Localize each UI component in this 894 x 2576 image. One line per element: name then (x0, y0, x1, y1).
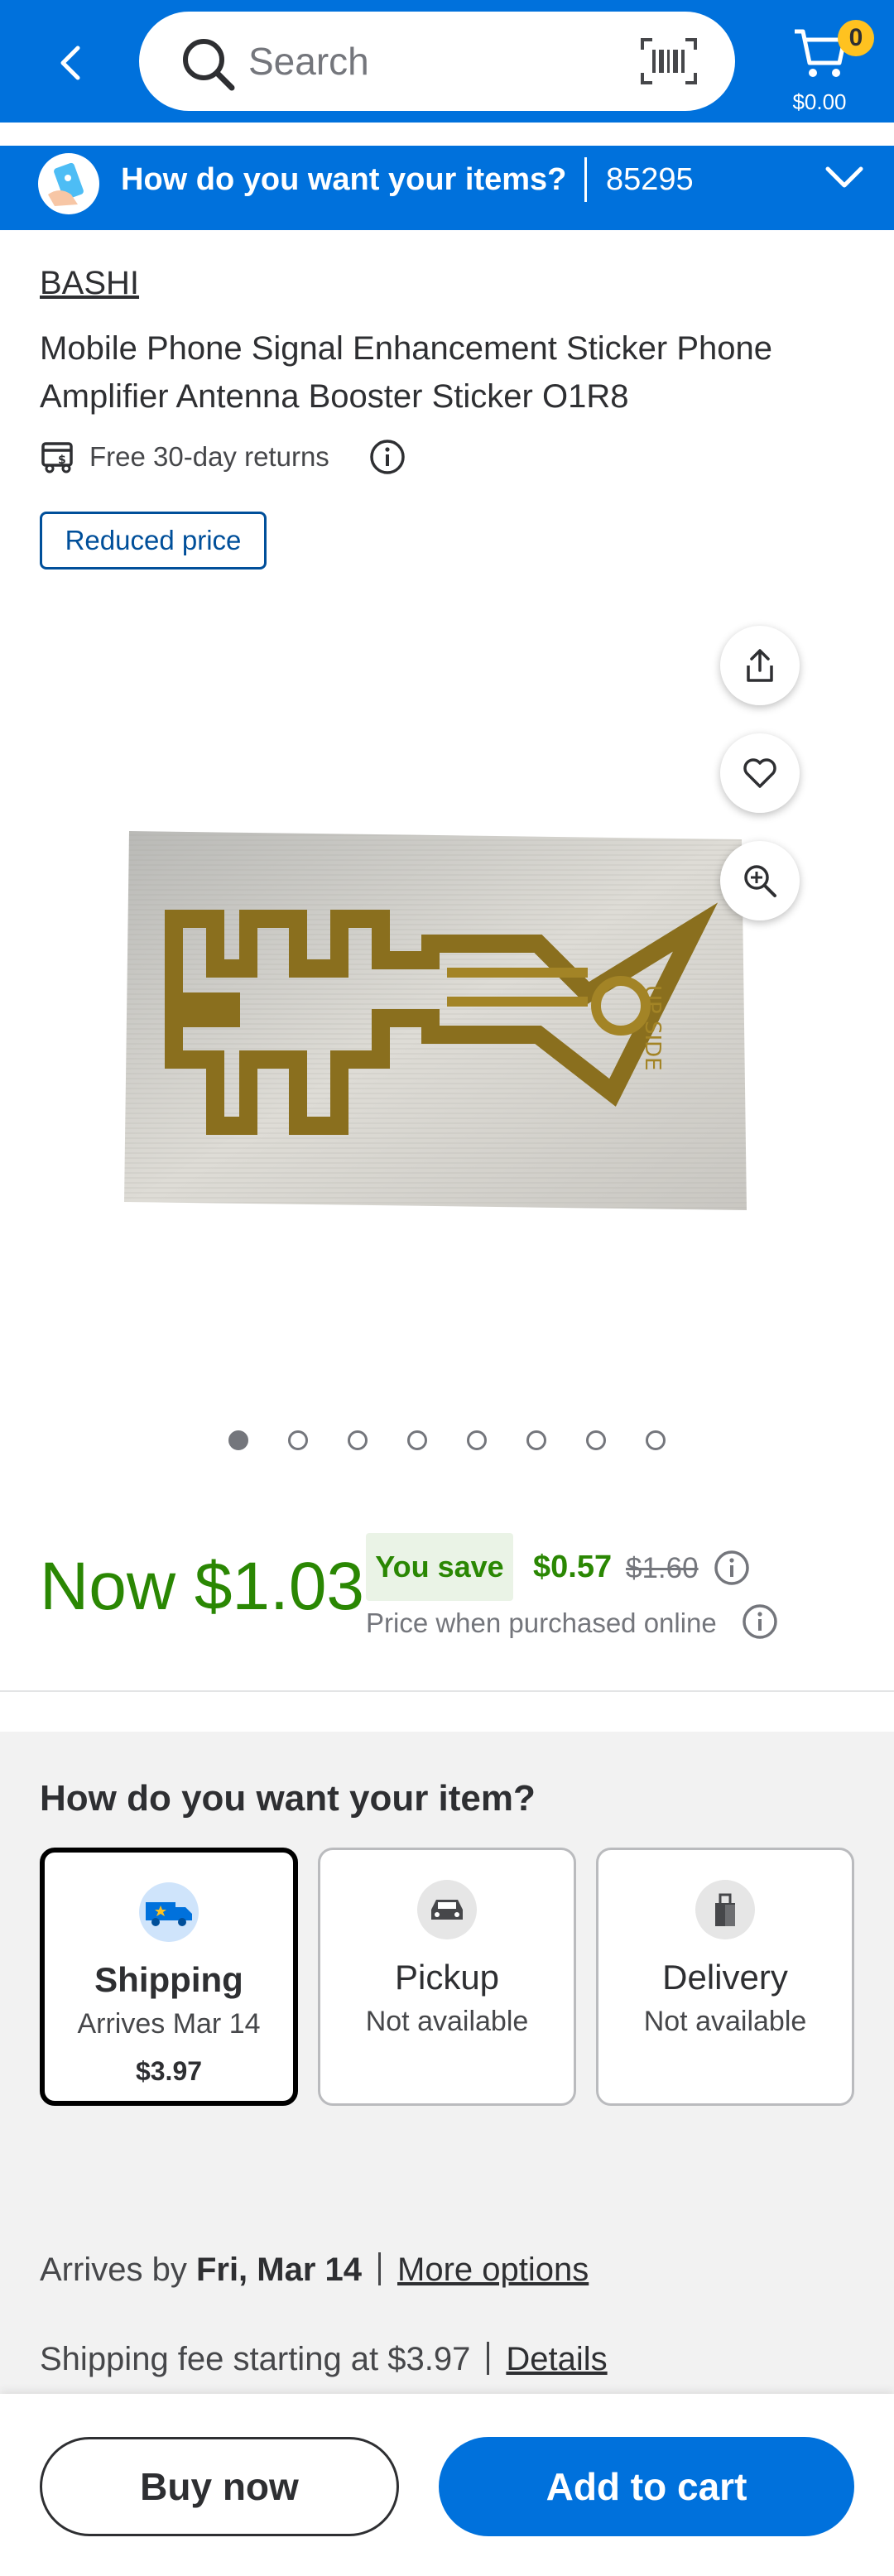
details-link[interactable]: Details (506, 2341, 607, 2377)
option-subtext: Not available (365, 2006, 529, 2037)
fulfillment-avatar-icon (38, 153, 99, 214)
you-save-label: You save (366, 1533, 513, 1601)
info-icon[interactable] (714, 1550, 750, 1586)
search-icon (183, 39, 235, 91)
cart-total: $0.00 (792, 89, 847, 114)
carousel-dot[interactable] (407, 1430, 427, 1450)
back-arrow-icon[interactable] (50, 40, 89, 86)
current-price: Now $1.03 (40, 1549, 365, 1624)
option-name: Shipping (94, 1960, 243, 1999)
carousel-dot[interactable] (586, 1430, 606, 1450)
search-input[interactable] (248, 36, 646, 86)
zip-code: 85295 (606, 162, 694, 197)
add-to-cart-button[interactable]: Add to cart (439, 2437, 854, 2536)
truck-icon (139, 1882, 199, 1942)
carousel-dot[interactable] (288, 1430, 308, 1450)
reduced-price-badge: Reduced price (40, 512, 267, 570)
share-button[interactable] (720, 626, 800, 705)
shipping-option[interactable]: Shipping Arrives Mar 14 $3.97 (40, 1848, 298, 2106)
info-icon[interactable] (742, 1603, 778, 1640)
fee-text: Shipping fee starting at $3.97 (40, 2341, 471, 2377)
info-icon[interactable] (369, 439, 406, 475)
option-subtext: Not available (643, 2006, 807, 2037)
arrives-prefix: Arrives by (40, 2252, 187, 2288)
svg-text:UP SIDE: UP SIDE (640, 985, 665, 1071)
car-icon (417, 1880, 477, 1939)
carousel-dot[interactable] (228, 1430, 248, 1450)
bag-icon (695, 1880, 755, 1939)
fulfillment-question: How do you want your items? (121, 162, 567, 197)
option-name: Delivery (662, 1958, 788, 1997)
fulfillment-title: How do you want your item? (40, 1778, 536, 1819)
search-bar[interactable] (139, 12, 735, 111)
share-icon (747, 649, 773, 682)
cart-count-badge: 0 (838, 20, 874, 56)
returns-icon: $ (41, 442, 73, 473)
option-subtext: Arrives Mar 14 (77, 2008, 261, 2040)
carousel-dot[interactable] (467, 1430, 487, 1450)
was-price: $1.60 (626, 1552, 699, 1584)
save-amount: $0.57 (533, 1550, 613, 1584)
buy-now-button[interactable]: Buy now (40, 2437, 399, 2536)
arrival-info: Arrives by Fri, Mar 14 More options (40, 2252, 589, 2289)
brand-link[interactable]: BASHI (40, 265, 139, 302)
returns-text: Free 30-day returns (89, 441, 329, 472)
top-nav-bar: 0 $0.00 (0, 0, 894, 123)
svg-text:$: $ (58, 454, 66, 467)
price-note: Price when purchased online (366, 1608, 717, 1638)
arrival-date: Fri, Mar 14 (195, 2252, 363, 2288)
zoom-in-icon (744, 865, 776, 897)
cart-button[interactable]: 0 $0.00 (786, 17, 874, 116)
shipping-fee-info: Shipping fee starting at $3.97 Details (40, 2341, 608, 2378)
carousel-dot[interactable] (646, 1430, 666, 1450)
zoom-button[interactable] (720, 841, 800, 920)
option-name: Pickup (394, 1958, 500, 1997)
image-carousel-dots[interactable] (228, 1430, 666, 1450)
product-image[interactable]: UP SIDE (124, 828, 747, 1214)
heart-icon (743, 758, 776, 788)
more-options-link[interactable]: More options (397, 2252, 589, 2288)
product-title: Mobile Phone Signal Enhancement Sticker … (40, 330, 772, 415)
pickup-option[interactable]: Pickup Not available (318, 1848, 576, 2106)
favorite-button[interactable] (720, 733, 800, 813)
barcode-scan-icon[interactable] (639, 36, 699, 86)
divider (584, 157, 587, 202)
carousel-dot[interactable] (526, 1430, 546, 1450)
separator (378, 2252, 382, 2285)
carousel-dot[interactable] (348, 1430, 368, 1450)
section-divider (0, 1690, 894, 1692)
delivery-option[interactable]: Delivery Not available (596, 1848, 854, 2106)
separator (487, 2342, 490, 2375)
chevron-down-icon[interactable] (824, 166, 864, 190)
option-price: $3.97 (135, 2056, 203, 2086)
